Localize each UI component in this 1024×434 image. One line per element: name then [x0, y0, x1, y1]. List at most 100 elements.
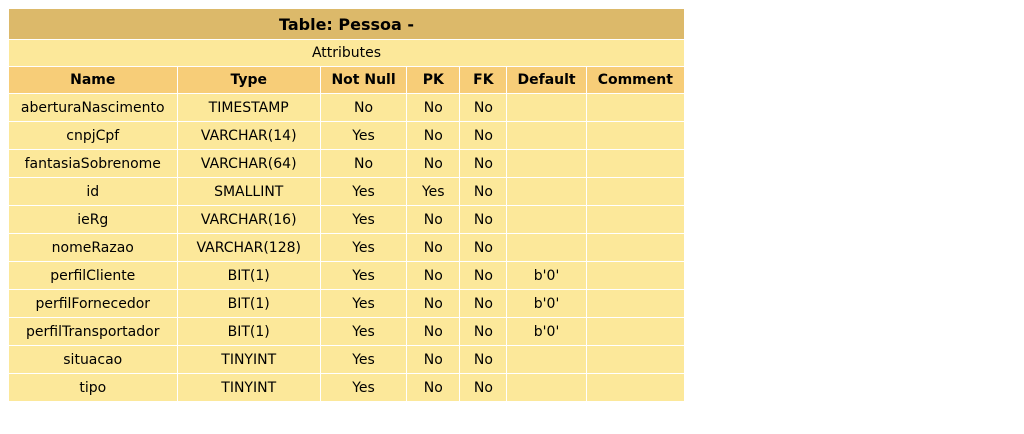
cell-pk: No — [407, 318, 460, 345]
cell-not-null: Yes — [320, 178, 407, 205]
cell-fk: No — [460, 178, 507, 205]
cell-name: tipo — [9, 374, 177, 401]
cell-name: fantasiaSobrenome — [9, 150, 177, 177]
cell-not-null: No — [320, 94, 407, 121]
cell-pk: No — [407, 374, 460, 401]
cell-pk: No — [407, 94, 460, 121]
cell-type: SMALLINT — [177, 178, 320, 205]
table-row: tipo TINYINT Yes No No — [9, 374, 684, 401]
cell-not-null: Yes — [320, 374, 407, 401]
cell-type: BIT(1) — [177, 262, 320, 289]
column-header-not-null: Not Null — [320, 67, 407, 93]
cell-fk: No — [460, 234, 507, 261]
cell-type: VARCHAR(64) — [177, 150, 320, 177]
cell-fk: No — [460, 290, 507, 317]
cell-name: nomeRazao — [9, 234, 177, 261]
cell-pk: No — [407, 150, 460, 177]
cell-fk: No — [460, 318, 507, 345]
cell-type: TINYINT — [177, 374, 320, 401]
table-row: nomeRazao VARCHAR(128) Yes No No — [9, 234, 684, 261]
cell-default: b'0' — [507, 290, 586, 317]
cell-pk: Yes — [407, 178, 460, 205]
cell-comment — [586, 206, 684, 233]
table-title-row: Table: Pessoa - — [9, 9, 684, 39]
column-header-row: Name Type Not Null PK FK Default Comment — [9, 67, 684, 93]
table-row: perfilTransportador BIT(1) Yes No No b'0' — [9, 318, 684, 345]
cell-default — [507, 346, 586, 373]
table-row: aberturaNascimento TIMESTAMP No No No — [9, 94, 684, 121]
cell-fk: No — [460, 122, 507, 149]
cell-type: BIT(1) — [177, 318, 320, 345]
cell-comment — [586, 290, 684, 317]
cell-type: VARCHAR(16) — [177, 206, 320, 233]
cell-comment — [586, 94, 684, 121]
column-header-fk: FK — [460, 67, 507, 93]
table-row: perfilCliente BIT(1) Yes No No b'0' — [9, 262, 684, 289]
cell-not-null: No — [320, 150, 407, 177]
cell-name: perfilFornecedor — [9, 290, 177, 317]
cell-not-null: Yes — [320, 122, 407, 149]
cell-comment — [586, 178, 684, 205]
cell-default: b'0' — [507, 318, 586, 345]
cell-name: ieRg — [9, 206, 177, 233]
cell-pk: No — [407, 290, 460, 317]
cell-default — [507, 122, 586, 149]
cell-name: aberturaNascimento — [9, 94, 177, 121]
cell-default — [507, 150, 586, 177]
attributes-label: Attributes — [9, 40, 684, 66]
cell-comment — [586, 318, 684, 345]
cell-not-null: Yes — [320, 234, 407, 261]
cell-fk: No — [460, 262, 507, 289]
cell-name: perfilCliente — [9, 262, 177, 289]
cell-fk: No — [460, 346, 507, 373]
cell-default — [507, 206, 586, 233]
cell-default — [507, 94, 586, 121]
column-header-type: Type — [177, 67, 320, 93]
cell-default — [507, 234, 586, 261]
cell-type: TIMESTAMP — [177, 94, 320, 121]
cell-comment — [586, 262, 684, 289]
cell-not-null: Yes — [320, 262, 407, 289]
cell-name: perfilTransportador — [9, 318, 177, 345]
cell-not-null: Yes — [320, 346, 407, 373]
cell-comment — [586, 150, 684, 177]
cell-not-null: Yes — [320, 206, 407, 233]
cell-fk: No — [460, 94, 507, 121]
cell-name: cnpjCpf — [9, 122, 177, 149]
cell-type: VARCHAR(128) — [177, 234, 320, 261]
cell-comment — [586, 346, 684, 373]
column-header-name: Name — [9, 67, 177, 93]
cell-type: VARCHAR(14) — [177, 122, 320, 149]
cell-comment — [586, 234, 684, 261]
cell-pk: No — [407, 206, 460, 233]
cell-comment — [586, 374, 684, 401]
table-row: id SMALLINT Yes Yes No — [9, 178, 684, 205]
cell-pk: No — [407, 122, 460, 149]
cell-name: situacao — [9, 346, 177, 373]
schema-table: Table: Pessoa - Attributes Name Type Not… — [8, 8, 685, 402]
column-header-default: Default — [507, 67, 586, 93]
table-row: perfilFornecedor BIT(1) Yes No No b'0' — [9, 290, 684, 317]
schema-table-container: Table: Pessoa - Attributes Name Type Not… — [8, 8, 685, 402]
cell-name: id — [9, 178, 177, 205]
cell-pk: No — [407, 262, 460, 289]
cell-not-null: Yes — [320, 318, 407, 345]
column-header-comment: Comment — [586, 67, 684, 93]
cell-fk: No — [460, 206, 507, 233]
cell-fk: No — [460, 150, 507, 177]
cell-default: b'0' — [507, 262, 586, 289]
cell-default — [507, 374, 586, 401]
cell-pk: No — [407, 234, 460, 261]
cell-default — [507, 178, 586, 205]
table-row: cnpjCpf VARCHAR(14) Yes No No — [9, 122, 684, 149]
cell-type: TINYINT — [177, 346, 320, 373]
attributes-row: Attributes — [9, 40, 684, 66]
table-row: fantasiaSobrenome VARCHAR(64) No No No — [9, 150, 684, 177]
cell-type: BIT(1) — [177, 290, 320, 317]
table-body: aberturaNascimento TIMESTAMP No No No cnpjCpf… — [9, 94, 684, 401]
table-row: situacao TINYINT Yes No No — [9, 346, 684, 373]
cell-comment — [586, 122, 684, 149]
table-title: Table: Pessoa - — [9, 9, 684, 39]
cell-pk: No — [407, 346, 460, 373]
table-row: ieRg VARCHAR(16) Yes No No — [9, 206, 684, 233]
